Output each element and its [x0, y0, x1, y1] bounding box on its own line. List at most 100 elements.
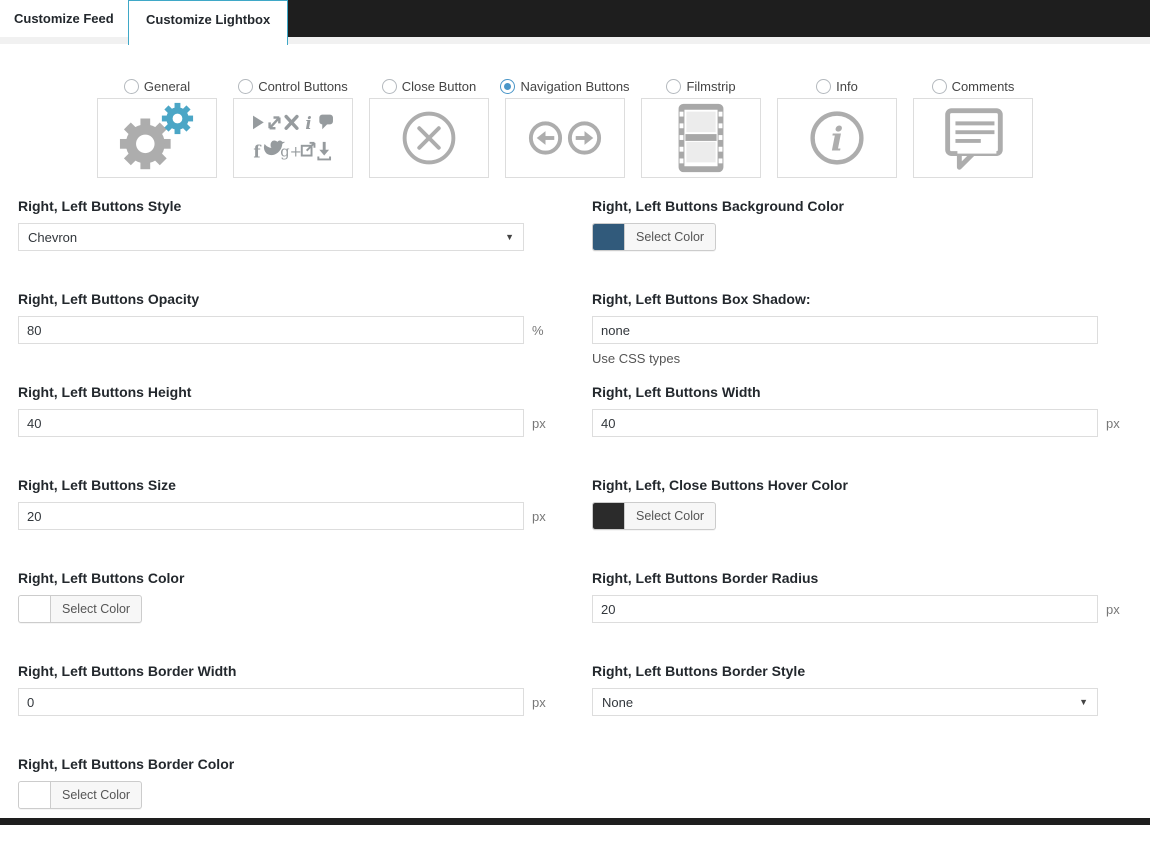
- radio-close-button[interactable]: Close Button: [382, 78, 476, 94]
- filmstrip-icon: [642, 99, 760, 177]
- dropdown-caret-icon: ▼: [1079, 697, 1088, 707]
- select-color-label: Select Color: [51, 782, 141, 808]
- field-label: Right, Left Buttons Color: [18, 570, 548, 586]
- buttons-border-width-input[interactable]: [18, 688, 524, 716]
- buttons-background-color-select-button[interactable]: Select Color: [592, 223, 716, 251]
- info-circle-icon: i: [778, 99, 896, 177]
- color-swatch: [19, 596, 51, 622]
- radio-comments[interactable]: Comments: [932, 78, 1015, 94]
- radio-label: Filmstrip: [686, 79, 735, 94]
- top-dark-bar: [279, 0, 1150, 37]
- radio-label: Info: [836, 79, 858, 94]
- radio-input-control-buttons[interactable]: [238, 79, 253, 94]
- radio-input-comments[interactable]: [932, 79, 947, 94]
- field-buttons-height: Right, Left Buttons Height px: [18, 384, 548, 477]
- radio-general[interactable]: General: [124, 78, 190, 94]
- right-arrow-icon: [585, 131, 594, 145]
- unit-label: px: [532, 509, 548, 524]
- radio-label: General: [144, 79, 190, 94]
- general-icon-box[interactable]: [97, 98, 217, 178]
- section-filmstrip: Filmstrip: [641, 78, 761, 178]
- radio-input-info[interactable]: [816, 79, 831, 94]
- tab-label: Customize Feed: [14, 11, 114, 26]
- navigation-buttons-icon-box[interactable]: [505, 98, 625, 178]
- radio-label: Navigation Buttons: [520, 79, 629, 94]
- select-color-label: Select Color: [625, 224, 715, 250]
- radio-input-close-button[interactable]: [382, 79, 397, 94]
- field-label: Right, Left Buttons Border Radius: [592, 570, 1122, 586]
- radio-label: Comments: [952, 79, 1015, 94]
- field-buttons-opacity: Right, Left Buttons Opacity %: [18, 291, 548, 384]
- section-close-button: Close Button: [369, 78, 489, 178]
- field-label: Right, Left Buttons Style: [18, 198, 548, 214]
- section-comments: Comments: [913, 78, 1033, 178]
- buttons-style-select[interactable]: Chevron ▼: [18, 223, 524, 251]
- radio-label: Control Buttons: [258, 79, 348, 94]
- download-icon: [318, 142, 330, 160]
- close-circle-icon: [370, 99, 488, 177]
- field-buttons-color: Right, Left Buttons Color Select Color: [18, 570, 548, 663]
- info-icon-box[interactable]: i: [777, 98, 897, 178]
- buttons-height-input[interactable]: [18, 409, 524, 437]
- filmstrip-icon-box[interactable]: [641, 98, 761, 178]
- lightbox-settings-page: Customize Feed Customize Lightbox Genera…: [0, 0, 1150, 825]
- field-label: Right, Left Buttons Border Color: [18, 756, 548, 772]
- field-buttons-box-shadow: Right, Left Buttons Box Shadow: Use CSS …: [592, 291, 1122, 384]
- comment-icon: [319, 115, 333, 130]
- color-swatch: [593, 503, 625, 529]
- fullscreen-icon: [286, 117, 297, 129]
- field-buttons-hover-color: Right, Left, Close Buttons Hover Color S…: [592, 477, 1122, 570]
- section-navigation-buttons: Navigation Buttons: [505, 78, 625, 178]
- field-buttons-border-radius: Right, Left Buttons Border Radius px: [592, 570, 1122, 663]
- color-swatch: [19, 782, 51, 808]
- field-buttons-style: Right, Left Buttons Style Chevron ▼: [18, 198, 548, 291]
- play-icon: [253, 116, 264, 130]
- select-value: None: [602, 695, 633, 710]
- unit-label: px: [532, 416, 548, 431]
- buttons-size-input[interactable]: [18, 502, 524, 530]
- buttons-border-style-select[interactable]: None ▼: [592, 688, 1098, 716]
- field-buttons-size: Right, Left Buttons Size px: [18, 477, 548, 570]
- bottom-dark-bar: [0, 818, 1150, 825]
- radio-input-general[interactable]: [124, 79, 139, 94]
- field-buttons-background-color: Right, Left Buttons Background Color Sel…: [592, 198, 1122, 291]
- buttons-hover-color-select-button[interactable]: Select Color: [592, 502, 716, 530]
- radio-control-buttons[interactable]: Control Buttons: [238, 78, 348, 94]
- field-buttons-border-color: Right, Left Buttons Border Color Select …: [18, 756, 548, 849]
- external-link-icon: [302, 143, 315, 156]
- field-label: Right, Left, Close Buttons Hover Color: [592, 477, 1122, 493]
- radio-navigation-buttons[interactable]: Navigation Buttons: [500, 78, 629, 94]
- select-color-label: Select Color: [625, 503, 715, 529]
- box-shadow-help-text: Use CSS types: [592, 351, 1122, 366]
- buttons-border-color-select-button[interactable]: Select Color: [18, 781, 142, 809]
- field-label: Right, Left Buttons Border Style: [592, 663, 1122, 679]
- radio-filmstrip[interactable]: Filmstrip: [666, 78, 735, 94]
- field-buttons-width: Right, Left Buttons Width px: [592, 384, 1122, 477]
- comments-icon-box[interactable]: [913, 98, 1033, 178]
- tab-customize-lightbox[interactable]: Customize Lightbox: [128, 0, 288, 45]
- lightbox-section-nav: General: [0, 44, 1150, 178]
- field-label: Right, Left Buttons Opacity: [18, 291, 548, 307]
- gears-icon: [98, 99, 216, 177]
- left-right-arrow-circles-icon: [506, 99, 624, 177]
- radio-input-navigation-buttons[interactable]: [500, 79, 515, 94]
- info-icon: i: [305, 113, 311, 133]
- buttons-box-shadow-input[interactable]: [592, 316, 1098, 344]
- radio-label: Close Button: [402, 79, 476, 94]
- dropdown-caret-icon: ▼: [505, 232, 514, 242]
- control-buttons-icon-box[interactable]: i f g+: [233, 98, 353, 178]
- close-button-icon-box[interactable]: [369, 98, 489, 178]
- buttons-width-input[interactable]: [592, 409, 1098, 437]
- buttons-color-select-button[interactable]: Select Color: [18, 595, 142, 623]
- field-label: Right, Left Buttons Size: [18, 477, 548, 493]
- field-buttons-border-width: Right, Left Buttons Border Width px: [18, 663, 548, 756]
- navigation-buttons-settings-form: Right, Left Buttons Style Chevron ▼ Righ…: [0, 178, 1150, 849]
- tab-customize-feed[interactable]: Customize Feed: [0, 0, 123, 37]
- field-label: Right, Left Buttons Box Shadow:: [592, 291, 1122, 307]
- facebook-icon: f: [253, 142, 262, 162]
- tab-bar: Customize Feed Customize Lightbox: [0, 0, 1150, 44]
- radio-input-filmstrip[interactable]: [666, 79, 681, 94]
- buttons-border-radius-input[interactable]: [592, 595, 1098, 623]
- buttons-opacity-input[interactable]: [18, 316, 524, 344]
- radio-info[interactable]: Info: [816, 78, 858, 94]
